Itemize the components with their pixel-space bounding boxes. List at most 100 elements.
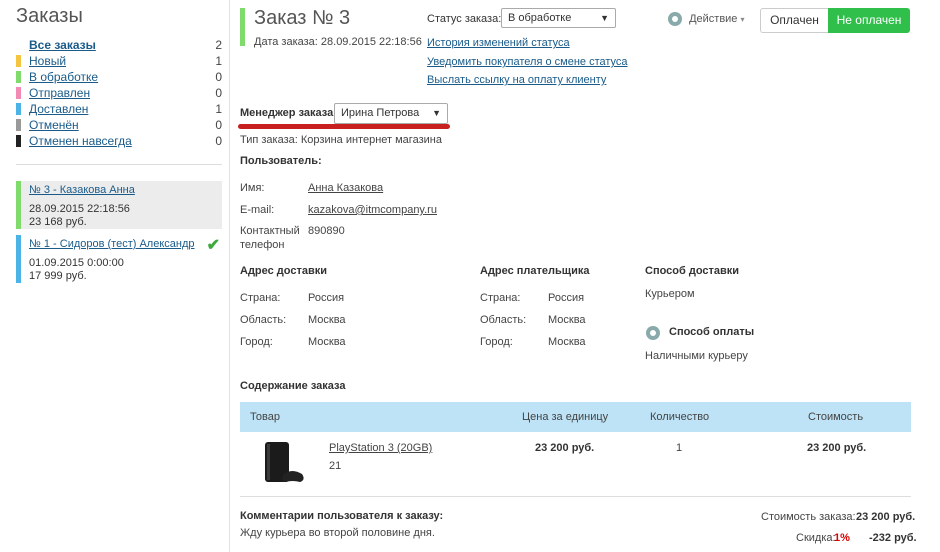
order-cost-label: Стоимость заказа:: [761, 511, 856, 523]
payer-region-label: Область:: [480, 314, 527, 326]
delivery-country-label: Страна:: [240, 292, 281, 304]
phone-label-line2: телефон: [240, 239, 285, 251]
shipping-method-heading: Способ доставки: [645, 265, 740, 277]
status-count: 0: [215, 86, 222, 100]
order-cost-value: 23 200 руб.: [856, 511, 916, 523]
page-title: Заказ № 3: [254, 7, 351, 29]
status-count: 2: [215, 38, 222, 52]
delivery-city: Москва: [308, 336, 346, 348]
send-payment-link[interactable]: Выслать ссылку на оплату клиенту: [427, 74, 606, 86]
checkmark-icon: ✔: [206, 237, 220, 254]
paid-button[interactable]: Оплачен: [760, 8, 828, 33]
sidebar-divider: [16, 164, 222, 165]
discount-label: Скидка:: [796, 532, 836, 544]
highlight-underline: [238, 124, 450, 129]
delivery-region: Москва: [308, 314, 346, 326]
email-label: E-mail:: [240, 204, 275, 216]
status-color-swatch: [16, 119, 21, 131]
manager-select[interactable]: Ирина Петрова ▼: [334, 103, 448, 124]
order-content-heading: Содержание заказа: [240, 380, 346, 392]
order-type-text: Тип заказа: Корзина интернет магазина: [240, 134, 442, 146]
payer-address-heading: Адрес плательщика: [480, 265, 590, 277]
status-filter-label[interactable]: Доставлен: [29, 101, 88, 117]
delivery-address-heading: Адрес доставки: [240, 265, 328, 277]
chevron-down-icon: ▾: [740, 14, 745, 24]
order-card-date: 01.09.2015 0:00:00: [29, 257, 124, 269]
status-filter-processing[interactable]: В обработке 0: [16, 69, 222, 85]
comment-text: Жду курьера во второй половине дня.: [240, 527, 435, 539]
dropdown-arrow-icon: ▼: [432, 108, 441, 118]
status-filter-label[interactable]: Отменён: [29, 117, 79, 133]
sidebar: Заказы Все заказы 2 Новый 1 В обработке …: [0, 0, 230, 552]
discount-value: -232 руб.: [869, 532, 917, 544]
col-quantity: Количество: [650, 411, 710, 423]
status-color-swatch: [16, 71, 21, 83]
product-name-link[interactable]: PlayStation 3 (20GB): [329, 442, 432, 454]
notify-customer-link[interactable]: Уведомить покупателя о смене статуса: [427, 56, 628, 68]
product-sku: 21: [329, 460, 342, 472]
name-label: Имя:: [240, 182, 265, 194]
table-divider: [240, 496, 911, 497]
status-color-swatch: [16, 103, 21, 115]
status-filter-new[interactable]: Новый 1: [16, 53, 222, 69]
payment-gear-icon[interactable]: [646, 326, 660, 340]
user-heading: Пользователь:: [240, 155, 322, 167]
status-filter-cancelled-forever[interactable]: Отменен навсегда 0: [16, 133, 222, 149]
user-phone: 890890: [308, 225, 345, 237]
dropdown-arrow-icon: ▼: [600, 13, 609, 23]
order-status-color-bar: [240, 8, 245, 46]
delivery-city-label: Город:: [240, 336, 273, 348]
status-select[interactable]: В обработке ▼: [501, 8, 616, 28]
order-card-title[interactable]: № 3 - Казакова Анна: [29, 181, 222, 197]
status-filter-label[interactable]: Все заказы: [29, 37, 96, 53]
payer-city: Москва: [548, 336, 586, 348]
unpaid-button[interactable]: Не оплачен: [828, 8, 910, 33]
order-card-date: 28.09.2015 22:18:56: [29, 203, 130, 215]
status-count: 0: [215, 70, 222, 84]
items-table-header: Товар Цена за единицу Количество Стоимос…: [240, 402, 911, 432]
payer-region: Москва: [548, 314, 586, 326]
status-filter-list: Все заказы 2 Новый 1 В обработке 0 Отпра…: [16, 37, 222, 149]
status-color-swatch: [16, 55, 21, 67]
order-card-title[interactable]: № 1 - Сидоров (тест) Александр: [29, 235, 222, 251]
comment-heading: Комментарии пользователя к заказу:: [240, 510, 444, 522]
order-card-price: 23 168 руб.: [29, 216, 87, 228]
payer-city-label: Город:: [480, 336, 513, 348]
status-filter-label[interactable]: Отправлен: [29, 85, 90, 101]
user-email-link[interactable]: kazakova@itmcompany.ru: [308, 204, 437, 216]
phone-label-line1: Контактный: [240, 225, 300, 237]
status-filter-delivered[interactable]: Доставлен 1: [16, 101, 222, 117]
status-filter-all[interactable]: Все заказы 2: [16, 37, 222, 53]
payment-method-value: Наличными курьеру: [645, 350, 748, 362]
sidebar-title: Заказы: [16, 5, 83, 27]
order-card-selected[interactable]: № 3 - Казакова Анна 28.09.2015 22:18:56 …: [16, 181, 222, 229]
shipping-method-value: Курьером: [645, 288, 695, 300]
delivery-country: Россия: [308, 292, 345, 304]
status-color-swatch: [16, 87, 21, 99]
status-count: 0: [215, 118, 222, 132]
status-filter-label[interactable]: В обработке: [29, 69, 98, 85]
order-card-price: 17 999 руб.: [29, 270, 87, 282]
user-name-link[interactable]: Анна Казакова: [308, 182, 383, 194]
product-total: 23 200 руб.: [807, 442, 867, 454]
manager-select-value: Ирина Петрова: [341, 107, 420, 119]
status-history-link[interactable]: История изменений статуса: [427, 37, 570, 49]
col-unit-price: Цена за единицу: [522, 411, 609, 423]
action-menu[interactable]: Действие ▾: [668, 12, 745, 26]
product-quantity: 1: [676, 442, 683, 454]
payer-country-label: Страна:: [480, 292, 521, 304]
status-count: 1: [215, 102, 222, 116]
status-filter-label[interactable]: Отменен навсегда: [29, 133, 132, 149]
status-filter-label[interactable]: Новый: [29, 53, 66, 69]
order-status-bar: [16, 181, 21, 229]
gear-icon: [668, 12, 682, 26]
order-card[interactable]: № 1 - Сидоров (тест) Александр ✔ 01.09.2…: [16, 235, 222, 283]
order-status-bar: [16, 235, 21, 283]
payment-method-heading: Способ оплаты: [669, 326, 755, 338]
status-count: 0: [215, 134, 222, 148]
status-select-value: В обработке: [508, 12, 572, 24]
order-date: Дата заказа: 28.09.2015 22:18:56: [254, 36, 422, 48]
product-image[interactable]: [262, 440, 308, 486]
status-filter-cancelled[interactable]: Отменён 0: [16, 117, 222, 133]
status-filter-sent[interactable]: Отправлен 0: [16, 85, 222, 101]
